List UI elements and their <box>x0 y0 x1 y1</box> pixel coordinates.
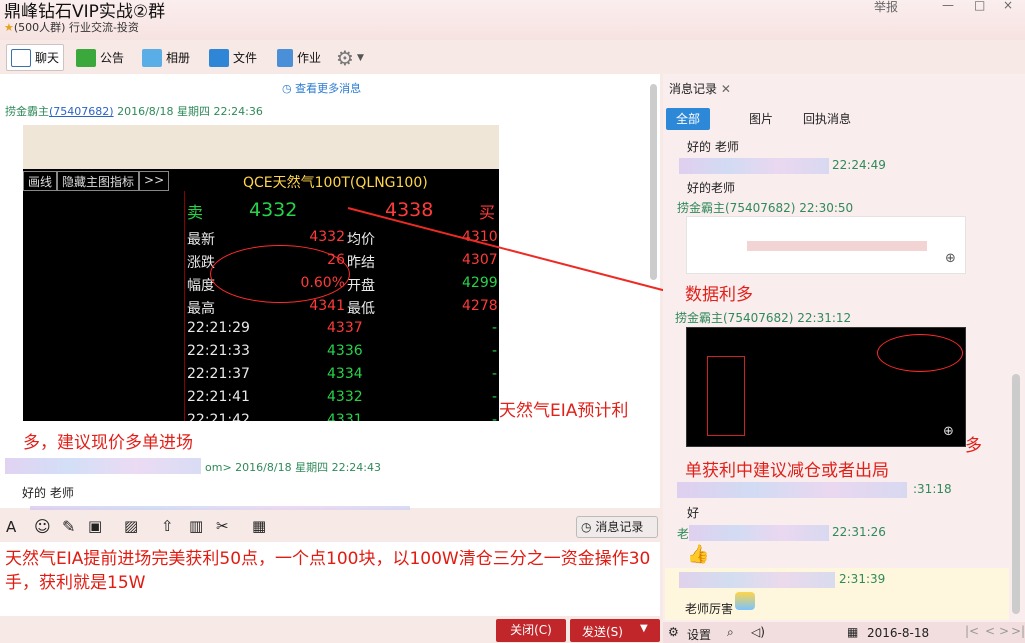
message-input[interactable]: 天然气EIA提前进场完美获利50点，一个点100块，以100W清仓三分之一资金操… <box>0 542 660 616</box>
thumbnail-chart <box>707 356 745 436</box>
search-icon[interactable]: ⌕ <box>727 625 734 640</box>
history-message: 好 <box>687 506 700 520</box>
history-scrollbar[interactable] <box>1012 374 1020 614</box>
blurred-sender <box>679 572 835 588</box>
annotation-text-more: 多 <box>965 436 982 456</box>
history-statusbar: ⚙ 设置 ⌕ ◁) ▦ 2016-8-18 |< < > >| <box>663 622 1025 643</box>
history-sender-time: 捞金霸主(75407682) 22:30:50 <box>677 201 854 215</box>
history-sender-time: 捞金霸主(75407682) 22:31:12 <box>675 311 852 325</box>
history-message: 好的 老师 <box>687 140 739 154</box>
history-time: 22:31:26 <box>832 525 886 539</box>
scissors-icon[interactable]: ✂ <box>216 517 229 535</box>
magic-icon[interactable]: ✎ <box>62 517 75 536</box>
zoom-icon[interactable]: ⊕ <box>945 251 956 266</box>
message-input-text[interactable]: 天然气EIA提前进场完美获利50点，一个点100块，以100W清仓三分之一资金操… <box>5 547 655 595</box>
image-icon[interactable]: ▨ <box>124 517 138 535</box>
annotation-text-reduce: 单获利中建议减仓或者出局 <box>685 461 889 481</box>
blurred-sender <box>679 158 829 174</box>
send-options-icon[interactable]: ▼ <box>640 623 648 634</box>
font-icon[interactable]: A <box>6 518 16 536</box>
gift-icon[interactable]: ▣ <box>88 517 102 535</box>
history-tab-label: 消息记录 <box>669 82 718 96</box>
gear-icon[interactable]: ⚙ <box>668 625 679 639</box>
input-toolbar: A ☺ ✎ ▣ ▨ ⇧ ▥ ✂ ▦ ◷ 消息记录 <box>0 512 660 542</box>
emoji-icon[interactable]: ☺ <box>34 517 51 536</box>
history-sender-prefix: 老 <box>677 527 690 541</box>
history-time: :31:18 <box>913 482 952 496</box>
speaker-icon[interactable]: ◁) <box>751 625 765 639</box>
calendar-icon[interactable]: ▦ <box>847 625 858 639</box>
upload-icon[interactable]: ⇧ <box>161 517 174 535</box>
history-message: 好的老师 <box>687 181 736 195</box>
history-button[interactable]: ◷ 消息记录 <box>576 516 658 538</box>
thumbnail-content <box>747 241 927 251</box>
first-page-icon[interactable]: |< <box>965 624 979 638</box>
history-filter-tabs: 全部 图片 回执消息 <box>663 106 1025 130</box>
history-tab[interactable]: 消息记录 ✕ <box>669 80 731 97</box>
filter-images[interactable]: 图片 <box>743 108 779 130</box>
more-tools-icon[interactable]: ▦ <box>252 517 266 535</box>
history-tabbar: 消息记录 ✕ <box>663 74 1025 100</box>
close-icon[interactable]: ✕ <box>721 82 731 96</box>
last-page-icon[interactable]: >| <box>1011 624 1025 638</box>
settings-label[interactable]: 设置 <box>687 626 711 643</box>
sticker-icon <box>735 592 755 610</box>
filter-all[interactable]: 全部 <box>666 108 710 130</box>
blurred-sender <box>689 525 829 541</box>
shake-icon[interactable]: ▥ <box>189 517 203 535</box>
history-time: 2:31:39 <box>839 572 886 586</box>
filter-receipts[interactable]: 回执消息 <box>799 108 855 130</box>
message-history-panel: 消息记录 ✕ 全部 图片 回执消息 好的 老师 22:24:49 好的老师 捞金… <box>663 74 1025 622</box>
history-button-label: 消息记录 <box>595 520 644 534</box>
next-page-icon[interactable]: > <box>999 624 1009 638</box>
history-time: 22:24:49 <box>832 158 886 172</box>
send-button[interactable]: 发送(S) ▼ <box>570 619 660 642</box>
annotation-text-data: 数据利多 <box>685 285 753 305</box>
history-trading-image[interactable]: ⊕ <box>686 327 966 447</box>
highlighted-message: 2:31:39 老师厉害 <box>665 568 1009 620</box>
clock-icon: ◷ <box>581 520 592 534</box>
date-label: 2016-8-18 <box>867 626 930 640</box>
history-message: 老师厉害 <box>685 602 734 616</box>
thumbnail-ellipse <box>877 334 963 372</box>
zoom-icon[interactable]: ⊕ <box>943 424 954 439</box>
send-button-label: 发送(S) <box>582 625 623 639</box>
thumbs-up-icon: 👍 <box>687 544 710 565</box>
close-button[interactable]: 关闭(C) <box>496 619 566 642</box>
prev-page-icon[interactable]: < <box>985 624 995 638</box>
blurred-sender <box>677 482 907 498</box>
history-image-thumbnail[interactable]: ⊕ <box>686 216 966 274</box>
